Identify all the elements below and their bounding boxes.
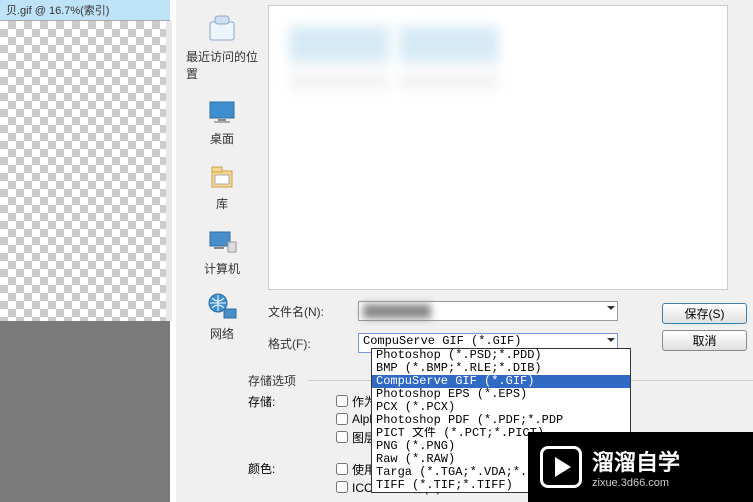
place-desktop-label: 桌面 <box>210 130 234 147</box>
place-recent-label: 最近访问的位置 <box>186 48 258 82</box>
storage-save-label: 存储: <box>248 393 296 410</box>
save-button[interactable]: 保存(S) <box>662 303 747 324</box>
chevron-down-icon[interactable] <box>607 306 615 310</box>
filename-label: 文件名(N): <box>268 303 358 320</box>
format-option[interactable]: CompuServe GIF (*.GIF) <box>372 375 630 388</box>
place-library[interactable]: 库 <box>202 157 242 216</box>
checkbox-alpha[interactable] <box>336 413 348 425</box>
place-computer-label: 计算机 <box>204 260 240 277</box>
filename-value-blurred: ████████ <box>363 304 431 318</box>
place-computer[interactable]: 计算机 <box>200 222 244 281</box>
workspace-gray <box>0 321 170 502</box>
place-network-label: 网络 <box>210 325 234 342</box>
canvas-checkerboard <box>0 21 170 321</box>
checkbox-icc[interactable] <box>336 481 348 493</box>
cancel-button[interactable]: 取消 <box>662 330 747 351</box>
places-sidebar: 最近访问的位置 桌面 库 计算机 网络 <box>182 10 262 320</box>
document-tab[interactable]: 贝.gif @ 16.7%(索引) <box>0 0 170 21</box>
checkbox-use-proof[interactable] <box>336 463 348 475</box>
format-option[interactable]: Photoshop EPS (*.EPS) <box>372 388 630 401</box>
place-desktop[interactable]: 桌面 <box>202 92 242 151</box>
format-option[interactable]: BMP (*.BMP;*.RLE;*.DIB) <box>372 362 630 375</box>
chevron-down-icon[interactable] <box>607 338 615 342</box>
storage-options-title: 存储选项 <box>248 372 296 389</box>
place-recent[interactable]: 最近访问的位置 <box>182 10 262 86</box>
checkbox-as-copy[interactable] <box>336 395 348 407</box>
format-option[interactable]: Photoshop (*.PSD;*.PDD) <box>372 349 630 362</box>
watermark-url: zixue.3d66.com <box>592 477 680 489</box>
network-icon <box>206 291 238 323</box>
watermark-overlay: 溜溜自学 zixue.3d66.com <box>528 432 753 502</box>
color-label: 颜色: <box>248 460 275 477</box>
place-network[interactable]: 网络 <box>202 287 242 346</box>
save-dialog: 最近访问的位置 桌面 库 计算机 网络 <box>176 0 753 502</box>
file-thumbnail[interactable] <box>289 26 389 116</box>
library-icon <box>206 161 238 193</box>
format-option[interactable]: Photoshop PDF (*.PDF;*.PDP <box>372 414 630 427</box>
format-option[interactable]: PCX (*.PCX) <box>372 401 630 414</box>
filename-input[interactable]: ████████ <box>358 301 618 321</box>
place-library-label: 库 <box>216 195 228 212</box>
desktop-icon <box>206 96 238 128</box>
scrollbar-vertical[interactable] <box>166 21 172 321</box>
format-label: 格式(F): <box>268 335 358 352</box>
format-value: CompuServe GIF (*.GIF) <box>363 334 521 348</box>
play-icon <box>540 446 582 488</box>
watermark-title: 溜溜自学 <box>592 445 680 477</box>
recent-places-icon <box>206 14 238 46</box>
computer-icon <box>206 226 238 258</box>
file-browse-area[interactable] <box>268 5 728 290</box>
file-thumbnail[interactable] <box>399 26 499 116</box>
checkbox-layers[interactable] <box>336 431 348 443</box>
